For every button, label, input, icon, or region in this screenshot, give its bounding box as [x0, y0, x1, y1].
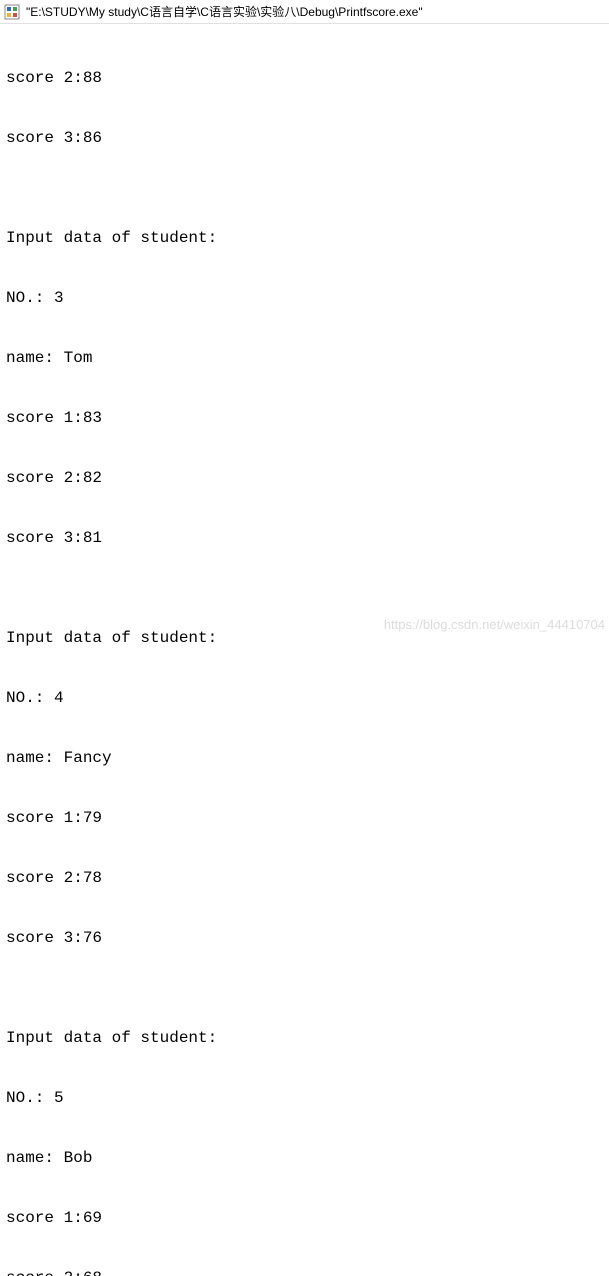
console-line: score 3:76 — [6, 928, 603, 948]
console-line: name: Tom — [6, 348, 603, 368]
console-line: NO.: 3 — [6, 288, 603, 308]
app-icon — [4, 4, 20, 20]
console-line: NO.: 5 — [6, 1088, 603, 1108]
console-line: score 2:88 — [6, 68, 603, 88]
console-output: score 2:88 score 3:86 Input data of stud… — [0, 24, 609, 1276]
console-line: score 3:81 — [6, 528, 603, 548]
console-line: score 2:82 — [6, 468, 603, 488]
console-line: score 1:83 — [6, 408, 603, 428]
console-line: score 1:69 — [6, 1208, 603, 1228]
console-line: score 2:68 — [6, 1268, 603, 1276]
console-line: Input data of student: — [6, 628, 603, 648]
console-line: Input data of student: — [6, 1028, 603, 1048]
console-line: Input data of student: — [6, 228, 603, 248]
window-titlebar[interactable]: "E:\STUDY\My study\C语言自学\C语言实验\实验八\Debug… — [0, 0, 609, 24]
console-line: score 3:86 — [6, 128, 603, 148]
console-line: score 2:78 — [6, 868, 603, 888]
window-title: "E:\STUDY\My study\C语言自学\C语言实验\实验八\Debug… — [26, 3, 423, 20]
console-line: score 1:79 — [6, 808, 603, 828]
console-line: name: Fancy — [6, 748, 603, 768]
console-line: name: Bob — [6, 1148, 603, 1168]
console-line: NO.: 4 — [6, 688, 603, 708]
